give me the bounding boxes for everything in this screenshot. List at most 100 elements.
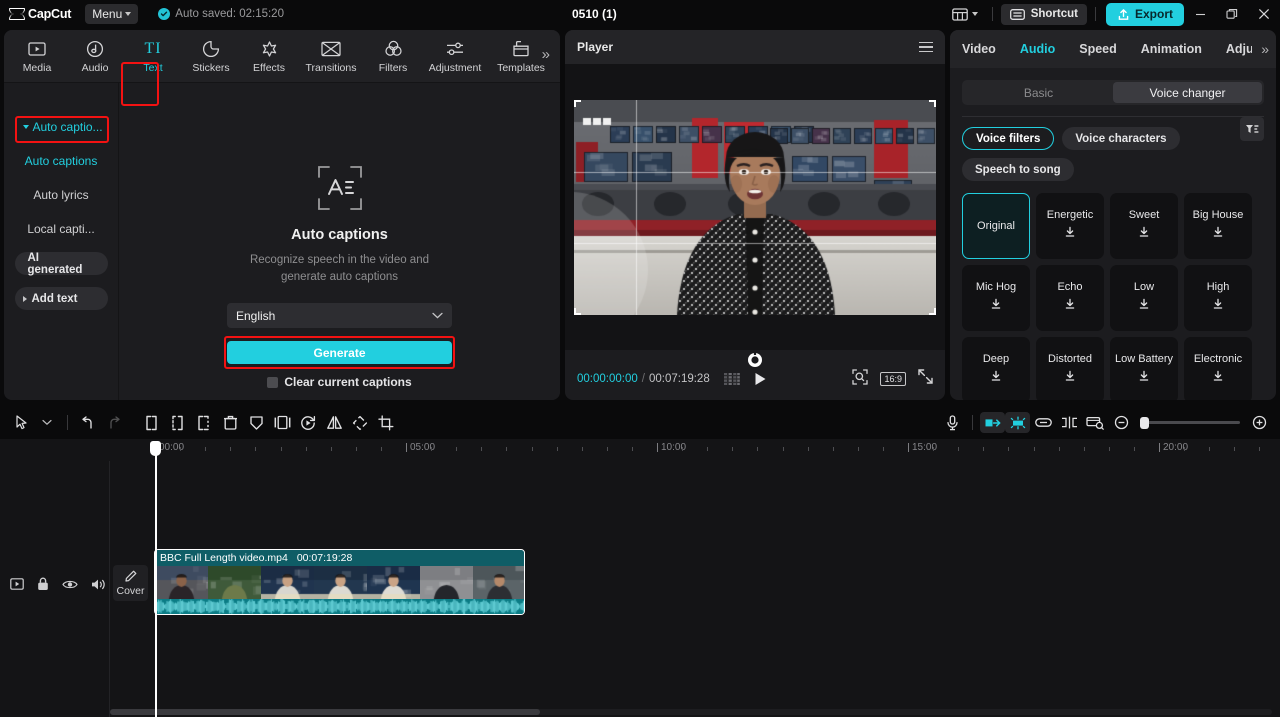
play-button[interactable] xyxy=(754,372,767,386)
voice-effect-deep[interactable]: Deep xyxy=(962,337,1030,400)
voice-effect-low[interactable]: Low xyxy=(1110,265,1178,331)
menu-button[interactable]: Menu xyxy=(85,4,138,24)
crop-icon[interactable] xyxy=(373,411,399,435)
download-icon[interactable] xyxy=(990,297,1002,315)
aspect-ratio-button[interactable]: 16:9 xyxy=(880,372,906,386)
chip-speech-to-song[interactable]: Speech to song xyxy=(962,158,1074,181)
generate-button[interactable]: Generate xyxy=(227,341,452,364)
zoom-slider-handle[interactable] xyxy=(1140,417,1149,429)
tab-filters[interactable]: Filters xyxy=(364,33,422,79)
sidebar-item-auto-captions-header[interactable]: Auto captio... xyxy=(15,116,108,138)
eye-icon[interactable] xyxy=(62,579,78,590)
voice-effect-mic-hog[interactable]: Mic Hog xyxy=(962,265,1030,331)
voice-effect-big-house[interactable]: Big House xyxy=(1184,193,1252,259)
more-tabs-chevron-icon[interactable]: » xyxy=(542,46,550,63)
voice-effect-electronic[interactable]: Electronic xyxy=(1184,337,1252,400)
minimize-button[interactable] xyxy=(1184,0,1216,28)
freeze-icon[interactable] xyxy=(243,411,269,435)
sidebar-item-auto-captions[interactable]: Auto captions xyxy=(15,150,108,172)
rotate-handle-icon[interactable] xyxy=(747,352,763,368)
cursor-dropdown-chevron-icon[interactable] xyxy=(34,411,60,435)
split-right-icon[interactable] xyxy=(191,411,217,435)
magnify-icon[interactable] xyxy=(852,369,868,390)
tab-audio[interactable]: Audio xyxy=(1020,42,1055,56)
zoom-out-icon[interactable] xyxy=(1108,411,1134,435)
crop-handle-bottom-left[interactable] xyxy=(574,308,581,315)
tab-media[interactable]: Media xyxy=(8,33,66,79)
voice-effect-high[interactable]: High xyxy=(1184,265,1252,331)
speaker-icon[interactable] xyxy=(91,578,106,591)
tab-adjustment[interactable]: Adjustment xyxy=(422,33,488,79)
segment-basic[interactable]: Basic xyxy=(964,82,1113,103)
select-cursor-icon[interactable] xyxy=(8,411,34,435)
tab-stickers[interactable]: Stickers xyxy=(182,33,240,79)
maximize-button[interactable] xyxy=(1216,0,1248,28)
zoom-in-icon[interactable] xyxy=(1246,411,1272,435)
timeline-zoom-slider[interactable] xyxy=(1140,421,1240,424)
voice-effect-sweet[interactable]: Sweet xyxy=(1110,193,1178,259)
tab-animation[interactable]: Animation xyxy=(1141,42,1202,56)
export-button[interactable]: Export xyxy=(1106,3,1184,26)
rotate-play-icon[interactable] xyxy=(295,411,321,435)
rotate-icon[interactable] xyxy=(347,411,373,435)
download-icon[interactable] xyxy=(1138,297,1150,315)
filter-sort-button[interactable] xyxy=(1240,117,1264,141)
split-icon[interactable] xyxy=(165,411,191,435)
cover-button[interactable]: Cover xyxy=(113,565,148,601)
layout-switch-button[interactable] xyxy=(946,8,984,21)
sidebar-item-local-captions[interactable]: Local capti... xyxy=(15,218,108,240)
segment-voice-changer[interactable]: Voice changer xyxy=(1113,82,1262,103)
download-icon[interactable] xyxy=(990,369,1002,387)
delete-trash-icon[interactable] xyxy=(217,411,243,435)
keyframe-in-icon[interactable] xyxy=(980,412,1005,433)
tab-speed[interactable]: Speed xyxy=(1079,42,1117,56)
tab-audio[interactable]: Audio xyxy=(66,33,124,79)
fullscreen-icon[interactable] xyxy=(918,369,933,389)
chip-voice-filters[interactable]: Voice filters xyxy=(962,127,1054,150)
chip-voice-characters[interactable]: Voice characters xyxy=(1062,127,1179,150)
preview-track-icon[interactable] xyxy=(1082,411,1108,435)
voice-effect-distorted[interactable]: Distorted xyxy=(1036,337,1104,400)
timeline-clip[interactable]: BBC Full Length video.mp4 00:07:19:28 xyxy=(154,549,525,615)
download-icon[interactable] xyxy=(1064,369,1076,387)
voice-effect-original[interactable]: Original xyxy=(962,193,1030,259)
tab-adjust[interactable]: Adju xyxy=(1226,42,1252,56)
download-icon[interactable] xyxy=(1064,225,1076,243)
download-icon[interactable] xyxy=(1064,297,1076,315)
voice-effect-echo[interactable]: Echo xyxy=(1036,265,1104,331)
crop-handle-top-left[interactable] xyxy=(574,100,581,107)
tab-effects[interactable]: Effects xyxy=(240,33,298,79)
crop-handle-top-right[interactable] xyxy=(929,100,936,107)
language-select[interactable]: English xyxy=(227,303,452,328)
split-left-icon[interactable] xyxy=(139,411,165,435)
keyframe-mid-icon[interactable] xyxy=(1005,412,1030,433)
download-icon[interactable] xyxy=(1138,225,1150,243)
player-menu-icon[interactable] xyxy=(919,42,933,53)
track-preview-icon[interactable] xyxy=(10,578,24,590)
more-tabs-chevron-icon[interactable]: » xyxy=(1261,41,1269,57)
microphone-icon[interactable] xyxy=(939,411,965,435)
frames-icon[interactable] xyxy=(724,373,740,385)
tab-video[interactable]: Video xyxy=(962,42,996,56)
clear-current-captions-checkbox[interactable]: Clear current captions xyxy=(267,375,411,389)
download-icon[interactable] xyxy=(1212,369,1224,387)
tab-text[interactable]: TI Text xyxy=(124,33,182,79)
sidebar-item-add-text[interactable]: Add text xyxy=(15,287,108,310)
shortcut-button[interactable]: Shortcut xyxy=(1001,4,1087,25)
playhead-handle[interactable] xyxy=(150,441,161,456)
tab-transitions[interactable]: Transitions xyxy=(298,33,364,79)
close-button[interactable] xyxy=(1248,0,1280,28)
download-icon[interactable] xyxy=(1138,369,1150,387)
reverse-icon[interactable] xyxy=(269,411,295,435)
download-icon[interactable] xyxy=(1212,297,1224,315)
voice-effect-energetic[interactable]: Energetic xyxy=(1036,193,1104,259)
undo-icon[interactable] xyxy=(75,411,101,435)
sidebar-item-ai-generated[interactable]: AI generated xyxy=(15,252,108,275)
scrollbar-thumb[interactable] xyxy=(110,709,540,715)
timeline-ruler[interactable]: 00:0005:0010:0015:0020:00 xyxy=(110,439,1280,461)
voice-effect-low-battery[interactable]: Low Battery xyxy=(1110,337,1178,400)
timeline-area[interactable]: 00:0005:0010:0015:0020:00 Cover xyxy=(0,439,1280,717)
link-icon[interactable] xyxy=(1030,411,1056,435)
video-preview[interactable] xyxy=(574,100,936,315)
mirror-icon[interactable] xyxy=(321,411,347,435)
